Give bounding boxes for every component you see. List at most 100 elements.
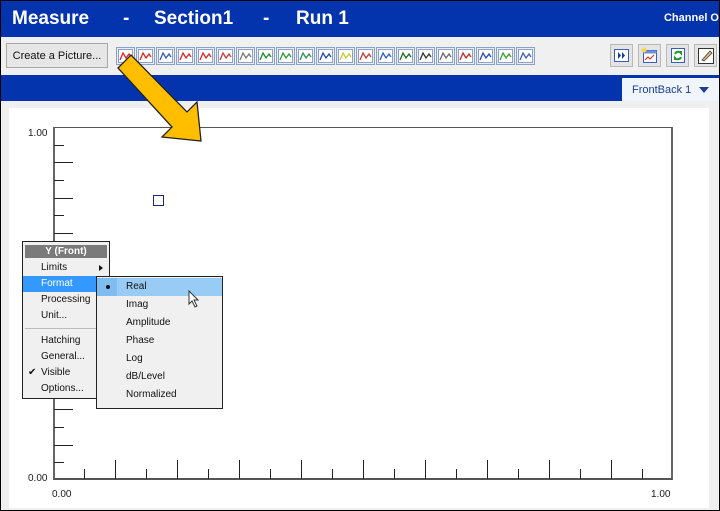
- title-separator: -: [263, 8, 270, 29]
- x-tick: [518, 469, 519, 479]
- x-tick: [363, 460, 364, 479]
- edit-button[interactable]: [694, 44, 717, 67]
- y-tick: [54, 409, 73, 410]
- matrix-colormap-button[interactable]: [356, 47, 375, 65]
- new-window-chart-button[interactable]: [638, 44, 661, 67]
- title-separator: -: [123, 8, 130, 29]
- radio-dot-icon: [106, 285, 110, 289]
- tab-bar: [1, 75, 719, 101]
- chevron-down-icon[interactable]: [699, 86, 710, 93]
- play-forward-icon: [614, 49, 629, 62]
- list-lines-button[interactable]: [336, 47, 355, 65]
- table-display-button[interactable]: [416, 47, 435, 65]
- geometry-icon: [498, 49, 513, 63]
- menu-separator: [25, 328, 107, 329]
- contour-icon: [298, 49, 313, 63]
- menu-item-label: Hatching: [41, 335, 81, 346]
- submenu-item-normalized[interactable]: Normalized: [97, 386, 222, 404]
- double-line-chart-button[interactable]: [136, 47, 155, 65]
- x-tick: [115, 460, 116, 479]
- submenu-item-log[interactable]: Log: [97, 350, 222, 368]
- nyquist-button[interactable]: [196, 47, 215, 65]
- menu-item-label: Visible: [41, 367, 71, 378]
- stacked-line-button[interactable]: [156, 47, 175, 65]
- x-tick: [549, 460, 550, 479]
- spectrum-button[interactable]: [176, 47, 195, 65]
- polar-icon: [218, 49, 233, 63]
- x-min-label: 0.00: [52, 489, 72, 500]
- refresh-button[interactable]: [666, 44, 689, 67]
- y-tick: [54, 180, 64, 181]
- waterfall-icon: [318, 49, 333, 63]
- submenu-arrow-icon: [99, 265, 103, 271]
- submenu-item-label: Phase: [126, 335, 155, 346]
- bar-chart-button[interactable]: [256, 47, 275, 65]
- x-tick: [84, 469, 85, 479]
- x-tick: [332, 469, 333, 479]
- submenu-item-phase[interactable]: Phase: [97, 332, 222, 350]
- submenu-item-label: Real: [126, 281, 147, 292]
- play-forward-button[interactable]: [610, 44, 633, 67]
- scatter-3d-button[interactable]: [236, 47, 255, 65]
- menu-item-label: Options...: [41, 383, 84, 394]
- submenu-item-real[interactable]: Real: [97, 278, 222, 296]
- mouse-cursor-icon: [188, 290, 200, 308]
- submenu-item-label: dB/Level: [126, 371, 165, 382]
- create-picture-button[interactable]: Create a Picture...: [6, 43, 108, 68]
- y-tick: [54, 145, 64, 146]
- data-point-marker[interactable]: [153, 195, 164, 206]
- submenu-item-imag[interactable]: Imag: [97, 296, 222, 314]
- numeric-display-button[interactable]: [396, 47, 415, 65]
- spectrum-icon: [178, 49, 193, 63]
- colormap-button[interactable]: [276, 47, 295, 65]
- app-window: Measure - Section1 - Run 1 Channel O Cre…: [0, 0, 720, 511]
- toolbar: Create a Picture...: [1, 37, 719, 75]
- tab-frontback-1[interactable]: FrontBack 1: [622, 78, 719, 101]
- directivity-icon: [378, 49, 393, 63]
- scrollbar-track[interactable]: [709, 108, 719, 508]
- title-section: Section1: [154, 8, 234, 29]
- target-button[interactable]: [516, 47, 535, 65]
- contour-button[interactable]: [296, 47, 315, 65]
- x-tick: [301, 460, 302, 479]
- submenu-item-db-level[interactable]: dB/Level: [97, 368, 222, 386]
- x-tick: [487, 460, 488, 479]
- menu-item-label: Format: [41, 278, 73, 289]
- axes-3d-alt-button[interactable]: [476, 47, 495, 65]
- film-icon: [438, 49, 453, 63]
- polar-button[interactable]: [216, 47, 235, 65]
- target-icon: [518, 49, 533, 63]
- y-max-label: 1.00: [28, 128, 48, 139]
- menu-header: Y (Front): [25, 245, 107, 258]
- line-chart-icon: [118, 49, 133, 63]
- channel-label: Channel O: [663, 12, 719, 24]
- submenu-item-label: Amplitude: [126, 317, 171, 328]
- line-chart-button[interactable]: [116, 47, 135, 65]
- x-tick: [239, 460, 240, 479]
- title-app: Measure: [12, 8, 90, 29]
- tab-label: FrontBack 1: [632, 83, 692, 96]
- submenu-item-label: Normalized: [126, 389, 177, 400]
- new-window-chart-icon: [641, 47, 657, 63]
- bar-chart-icon: [258, 49, 273, 63]
- x-max-label: 1.00: [651, 489, 671, 500]
- directivity-button[interactable]: [376, 47, 395, 65]
- list-lines-icon: [338, 49, 353, 63]
- picture-type-icons: [116, 47, 535, 65]
- menu-item-limits[interactable]: Limits: [23, 260, 109, 276]
- scatter-3d-icon: [238, 49, 253, 63]
- submenu-item-amplitude[interactable]: Amplitude: [97, 314, 222, 332]
- geometry-button[interactable]: [496, 47, 515, 65]
- numeric-display-icon: [398, 49, 413, 63]
- edit-icon: [697, 47, 714, 64]
- film-button[interactable]: [436, 47, 455, 65]
- colormap-icon: [278, 49, 293, 63]
- axes-3d-button[interactable]: [456, 47, 475, 65]
- y-tick: [54, 198, 73, 199]
- menu-item-label: Processing: [41, 294, 91, 305]
- x-tick: [642, 469, 643, 479]
- axes-3d-icon: [458, 49, 473, 63]
- axes-3d-alt-icon: [478, 49, 493, 63]
- waterfall-button[interactable]: [316, 47, 335, 65]
- table-display-icon: [418, 49, 433, 63]
